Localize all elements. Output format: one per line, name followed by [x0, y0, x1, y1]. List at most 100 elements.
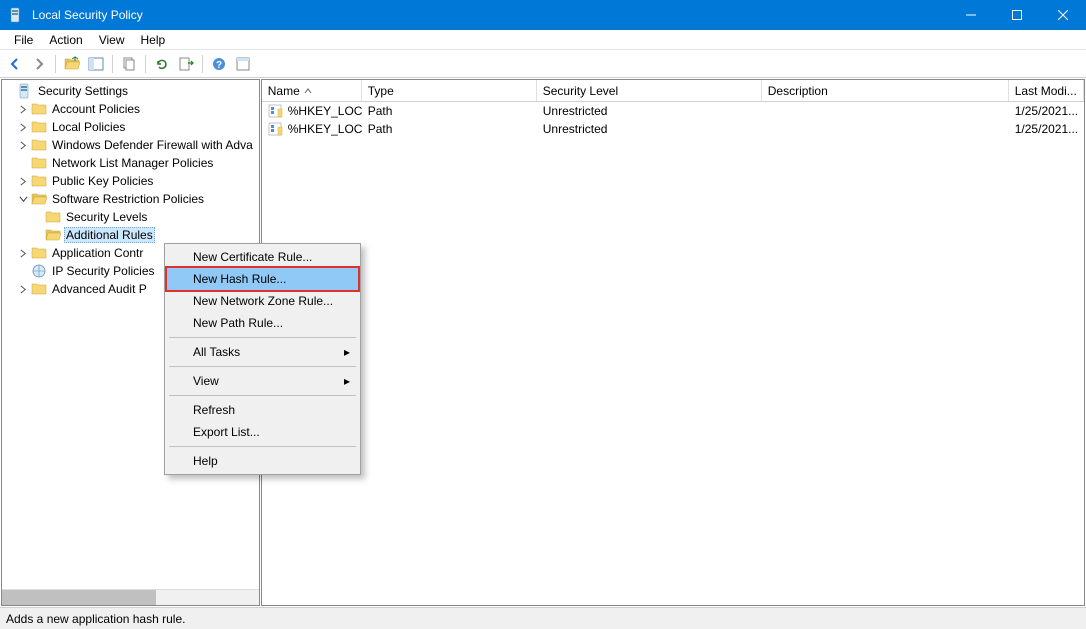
tree-label: Account Policies: [50, 101, 142, 117]
list-pane: Name Type Security Level Description Las…: [261, 79, 1085, 606]
security-settings-icon: [17, 83, 33, 99]
column-label: Last Modi...: [1015, 84, 1077, 98]
chevron-down-icon[interactable]: [16, 192, 30, 206]
registry-icon: [268, 103, 284, 119]
tree-item-software-restriction[interactable]: Software Restriction Policies: [2, 190, 259, 208]
copy-button[interactable]: [118, 53, 140, 75]
titlebar: Local Security Policy: [0, 0, 1086, 30]
chevron-right-icon[interactable]: [16, 102, 30, 116]
column-label: Security Level: [543, 84, 618, 98]
list-row[interactable]: %HKEY_LOC... Path Unrestricted 1/25/2021…: [262, 120, 1084, 138]
tree-item-network[interactable]: Network List Manager Policies: [2, 154, 259, 172]
cell-name: %HKEY_LOC...: [288, 104, 362, 118]
context-menu: New Certificate Rule... New Hash Rule...…: [164, 243, 361, 475]
chevron-right-icon[interactable]: [16, 138, 30, 152]
column-name[interactable]: Name: [262, 80, 362, 101]
folder-icon: [31, 281, 47, 297]
menu-label: View: [193, 374, 219, 388]
registry-icon: [268, 121, 284, 137]
maximize-button[interactable]: [994, 0, 1040, 30]
show-hide-tree-button[interactable]: [85, 53, 107, 75]
status-text: Adds a new application hash rule.: [6, 612, 185, 626]
expander-icon[interactable]: [30, 228, 44, 242]
submenu-arrow-icon: ▸: [344, 345, 350, 359]
refresh-button[interactable]: [151, 53, 173, 75]
window-title: Local Security Policy: [32, 8, 143, 22]
sort-asc-icon: [304, 84, 312, 98]
tree-root[interactable]: Security Settings: [2, 82, 259, 100]
help-button[interactable]: ?: [208, 53, 230, 75]
column-modified[interactable]: Last Modi...: [1009, 80, 1084, 101]
column-security[interactable]: Security Level: [537, 80, 762, 101]
list-body[interactable]: %HKEY_LOC... Path Unrestricted 1/25/2021…: [262, 102, 1084, 605]
tree-label: Local Policies: [50, 119, 127, 135]
tree-label: Public Key Policies: [50, 173, 155, 189]
tree-item-additional-rules[interactable]: Additional Rules: [2, 226, 259, 244]
tree-item-pubkey[interactable]: Public Key Policies: [2, 172, 259, 190]
menu-action[interactable]: Action: [41, 31, 90, 49]
chevron-right-icon[interactable]: [16, 282, 30, 296]
back-button[interactable]: [4, 53, 26, 75]
column-type[interactable]: Type: [362, 80, 537, 101]
properties-button[interactable]: [232, 53, 254, 75]
folder-icon: [31, 245, 47, 261]
statusbar: Adds a new application hash rule.: [0, 607, 1086, 629]
expander-icon[interactable]: [2, 84, 16, 98]
tree-label: Security Settings: [36, 83, 130, 99]
menu-new-certificate-rule[interactable]: New Certificate Rule...: [167, 246, 358, 268]
expander-icon[interactable]: [16, 264, 30, 278]
tree-item-firewall[interactable]: Windows Defender Firewall with Adva: [2, 136, 259, 154]
menu-help[interactable]: Help: [133, 31, 174, 49]
tree-item-security-levels[interactable]: Security Levels: [2, 208, 259, 226]
expander-icon[interactable]: [16, 156, 30, 170]
cell-type: Path: [362, 104, 537, 118]
forward-button[interactable]: [28, 53, 50, 75]
menu-refresh[interactable]: Refresh: [167, 399, 358, 421]
chevron-right-icon[interactable]: [16, 174, 30, 188]
folder-icon: [31, 137, 47, 153]
folder-icon: [31, 155, 47, 171]
folder-icon: [31, 173, 47, 189]
expander-icon[interactable]: [30, 210, 44, 224]
list-row[interactable]: %HKEY_LOC... Path Unrestricted 1/25/2021…: [262, 102, 1084, 120]
list-header: Name Type Security Level Description Las…: [262, 80, 1084, 102]
cell-name: %HKEY_LOC...: [288, 122, 362, 136]
main-area: Security Settings Account Policies Local…: [0, 78, 1086, 607]
column-label: Name: [268, 84, 300, 98]
cell-modified: 1/25/2021...: [1009, 104, 1084, 118]
chevron-right-icon[interactable]: [16, 120, 30, 134]
tree-label: Additional Rules: [64, 227, 155, 243]
cell-security: Unrestricted: [537, 104, 762, 118]
menubar: File Action View Help: [0, 30, 1086, 50]
menu-view[interactable]: View ▸: [167, 370, 358, 392]
column-label: Description: [768, 84, 828, 98]
tree-item-local-policies[interactable]: Local Policies: [2, 118, 259, 136]
menu-export-list[interactable]: Export List...: [167, 421, 358, 443]
svg-text:?: ?: [216, 60, 222, 71]
folder-icon: [31, 101, 47, 117]
menu-help[interactable]: Help: [167, 450, 358, 472]
chevron-right-icon[interactable]: [16, 246, 30, 260]
column-label: Type: [368, 84, 394, 98]
up-button[interactable]: [61, 53, 83, 75]
column-description[interactable]: Description: [762, 80, 1009, 101]
menu-file[interactable]: File: [6, 31, 41, 49]
app-icon: [8, 7, 24, 23]
tree-item-account-policies[interactable]: Account Policies: [2, 100, 259, 118]
menu-new-path-rule[interactable]: New Path Rule...: [167, 312, 358, 334]
cell-modified: 1/25/2021...: [1009, 122, 1084, 136]
folder-open-icon: [45, 227, 61, 243]
close-button[interactable]: [1040, 0, 1086, 30]
cell-type: Path: [362, 122, 537, 136]
menu-all-tasks[interactable]: All Tasks▸: [167, 341, 358, 363]
minimize-button[interactable]: [948, 0, 994, 30]
tree-label: Advanced Audit P: [50, 281, 149, 297]
menu-new-hash-rule[interactable]: New Hash Rule...: [167, 268, 358, 290]
submenu-arrow-icon: ▸: [344, 374, 350, 388]
menu-view[interactable]: View: [91, 31, 133, 49]
menu-separator: [169, 366, 356, 367]
horizontal-scrollbar[interactable]: [2, 589, 259, 605]
menu-new-network-zone-rule[interactable]: New Network Zone Rule...: [167, 290, 358, 312]
export-button[interactable]: [175, 53, 197, 75]
cell-security: Unrestricted: [537, 122, 762, 136]
